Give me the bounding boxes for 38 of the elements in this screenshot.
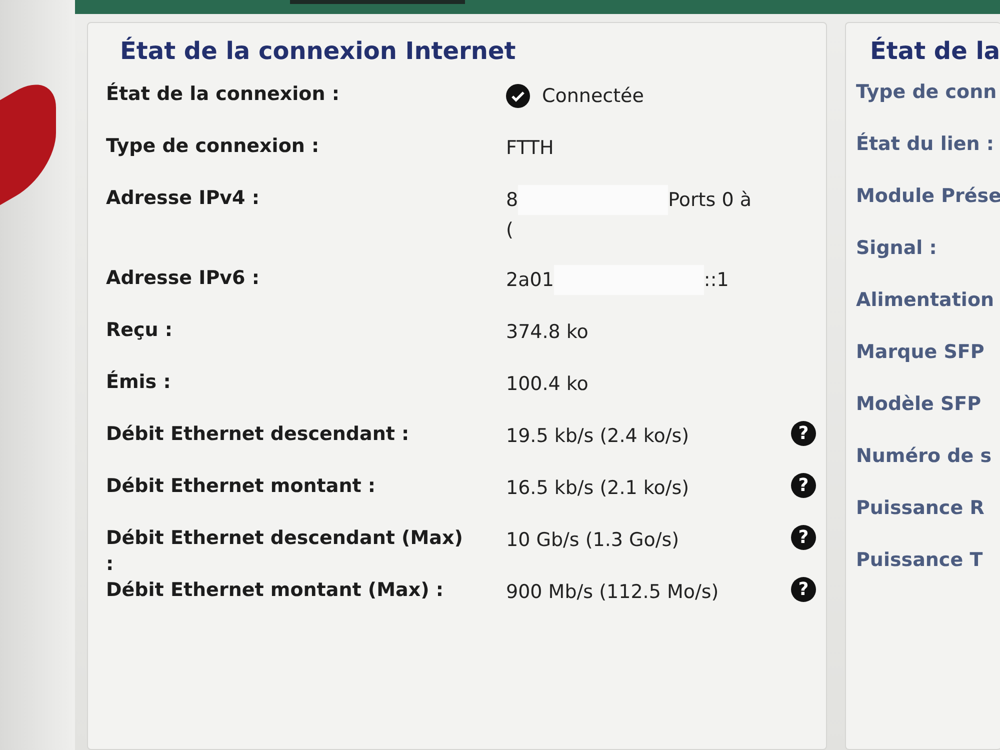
field-value: Connectée <box>542 85 644 107</box>
help-icon[interactable]: ? <box>791 577 816 602</box>
field-value: Ports 0 à <box>668 189 752 211</box>
field-label: Débit Ethernet montant : <box>106 474 377 499</box>
field-label: Adresse IPv4 : <box>106 186 260 211</box>
field-value: ( <box>506 219 514 241</box>
field-value: 19.5 kb/s (2.4 ko/s) <box>506 425 690 447</box>
field-value: 16.5 kb/s (2.1 ko/s) <box>506 477 690 499</box>
field-label: Numéro de s <box>856 445 992 467</box>
field-label: Marque SFP <box>856 341 984 363</box>
field-label: Débit Ethernet descendant (Max) : <box>106 526 464 577</box>
field-value: 900 Mb/s (112.5 Mo/s) <box>506 581 719 603</box>
field-value: 100.4 ko <box>506 373 588 395</box>
field-label: Puissance R <box>856 497 984 519</box>
field-value: 10 Gb/s (1.3 Go/s) <box>506 529 680 551</box>
field-value: FTTH <box>506 137 554 159</box>
field-label: Modèle SFP <box>856 393 982 415</box>
field-value: 374.8 ko <box>506 321 588 343</box>
field-label: Type de connexion : <box>106 134 320 159</box>
field-label: Type de conn <box>856 81 997 103</box>
field-label: Reçu : <box>106 318 174 343</box>
help-icon[interactable]: ? <box>791 421 816 446</box>
field-value: ::1 <box>704 269 729 291</box>
panel-title: État de la <box>870 37 1000 65</box>
field-label: Adresse IPv6 : <box>106 266 260 291</box>
field-label: Signal : <box>856 237 937 259</box>
field-label: État de la connexion : <box>106 81 340 107</box>
help-icon[interactable]: ? <box>791 525 816 550</box>
field-label: État du lien : <box>856 133 994 155</box>
field-value: 8 <box>506 189 518 211</box>
panel-title: État de la connexion Internet <box>120 37 517 65</box>
field-label: Émis : <box>106 369 172 395</box>
field-label: Débit Ethernet montant (Max) : <box>106 578 444 603</box>
help-icon[interactable]: ? <box>791 473 816 498</box>
field-value: 2a01 <box>506 269 554 291</box>
field-label: Puissance T <box>856 549 983 571</box>
field-label: Débit Ethernet descendant : <box>106 422 410 447</box>
field-label: Alimentation <box>856 289 994 311</box>
